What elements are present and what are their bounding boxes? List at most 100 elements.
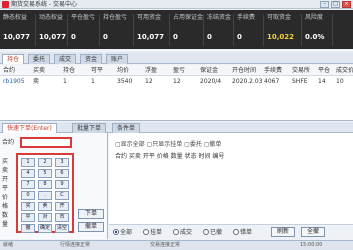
detail-columns: 合约 买卖 开平 价格 数量 状态 时间 编号	[115, 153, 225, 160]
keypad-key[interactable]: C	[55, 191, 69, 200]
keypad-key[interactable]: 8	[38, 180, 52, 189]
filter-radio[interactable]: 已撤	[203, 228, 222, 237]
keypad-key[interactable]: 撤	[21, 224, 35, 233]
radio-icon	[173, 229, 179, 235]
table-cell: SHFE	[292, 78, 308, 85]
keypad-key[interactable]: 3	[55, 158, 69, 167]
column-header[interactable]: 可平	[91, 65, 103, 76]
column-header[interactable]: 手续费	[264, 65, 282, 76]
top-tabs: 持仓 委托 成交 资金 账户	[0, 52, 353, 64]
account-cell: 占用保证金 0	[170, 14, 204, 46]
keypad-key[interactable]: 买	[21, 202, 35, 211]
filter-options[interactable]: ▢显示全部 ▢只显示挂单 ▢委托 ▢撤单	[115, 139, 221, 148]
positions-table: 合约 买卖 持仓 可平 均价 浮盈 盈亏 保证金 开仓时间 手续费 交易所 平仓 成交价 rb1905 卖…	[0, 65, 353, 121]
lower-tab-2[interactable]: 条件单	[112, 123, 141, 133]
filter-radio[interactable]: 错单	[233, 228, 252, 237]
keypad-key[interactable]: 1	[21, 158, 35, 167]
table-row[interactable]: rb1905 卖 1 1 3540 12 12 2020/4 2020.2.03 4067 SHFE…	[0, 76, 353, 87]
column-header[interactable]: 交易所	[292, 65, 310, 76]
radio-label: 成交	[180, 229, 193, 236]
lower-tabs: 快速下单(Enter) 批量下单 条件单	[0, 122, 353, 133]
column-header[interactable]: 保证金	[200, 65, 218, 76]
column-header[interactable]: 平仓	[318, 65, 330, 76]
keypad-key[interactable]: 平	[21, 213, 35, 222]
filter-radio[interactable]: 全部	[113, 228, 132, 237]
account-cell: 平仓盈亏 0	[68, 14, 100, 46]
order-label: 买卖	[2, 158, 9, 174]
tab-2[interactable]: 成交	[54, 54, 77, 64]
keypad-key[interactable]: 2	[38, 158, 52, 167]
account-value: 0	[103, 33, 108, 41]
filter-radio[interactable]: 挂单	[143, 228, 162, 237]
place-order-button[interactable]: 下单	[78, 209, 104, 219]
column-header[interactable]: 盈亏	[173, 65, 185, 76]
order-keypad: 1 2 3 4 5 6 7 8 9 0. C 买卖开平对市撤确定 清空	[16, 153, 74, 233]
account-cell: 静态权益 10,077	[0, 14, 36, 46]
table-cell: 4067	[264, 78, 280, 85]
close-icon[interactable]: ×	[342, 1, 351, 8]
status-text: 行情连接正常	[60, 242, 91, 248]
contract-code-input[interactable]	[20, 137, 72, 148]
status-text: 15:00:00	[300, 242, 323, 248]
app-logo-icon	[2, 1, 9, 8]
cancel-all-button[interactable]: 全撤	[301, 227, 325, 237]
keypad-key[interactable]: 4	[21, 169, 35, 178]
account-label: 持仓盈亏	[103, 14, 128, 21]
order-filter-bar: 刷新 全撤 全部 挂单 成交 已撤 错单	[109, 224, 353, 239]
cancel-order-button[interactable]: 撤单	[78, 222, 104, 232]
column-header[interactable]: 买卖	[33, 65, 45, 76]
maximize-icon[interactable]: □	[331, 1, 340, 8]
account-label: 手续费	[237, 14, 256, 21]
account-label: 冻结资金	[207, 14, 232, 21]
keypad-key[interactable]: 7	[21, 180, 35, 189]
keypad-key[interactable]: 确定	[38, 224, 52, 233]
code-label: 合约	[2, 139, 15, 146]
column-header[interactable]: 合约	[3, 65, 15, 76]
lower-tab-0[interactable]: 快速下单(Enter)	[2, 123, 57, 133]
keypad-key[interactable]: 0	[21, 191, 35, 200]
account-label: 占用保证金	[173, 14, 204, 21]
keypad-key[interactable]: 6	[55, 169, 69, 178]
account-summary-bar: 静态权益 10,077 动态权益 10,077 平仓盈亏 0 持仓盈亏 0 可用资金 10,077…	[0, 10, 353, 49]
lower-tab-1[interactable]: 批量下单	[72, 123, 107, 133]
column-header[interactable]: 开仓时间	[232, 65, 256, 76]
tab-1[interactable]: 委托	[28, 54, 51, 64]
keypad-key[interactable]: 开	[55, 202, 69, 211]
table-cell: 3540	[117, 78, 133, 85]
keypad-key[interactable]: 对	[38, 213, 52, 222]
minimize-icon[interactable]: –	[320, 1, 329, 8]
keypad-key[interactable]: 9	[55, 180, 69, 189]
order-label: 价格	[2, 194, 9, 210]
keypad-key[interactable]: 清空	[55, 224, 69, 233]
column-header[interactable]: 成交价	[336, 65, 353, 76]
account-value: 10,077	[137, 33, 165, 41]
column-header[interactable]: 均价	[117, 65, 129, 76]
tab-3[interactable]: 资金	[80, 54, 103, 64]
keypad-key[interactable]: 卖	[38, 202, 52, 211]
account-cell: 手续费 0	[234, 14, 264, 46]
table-cell: 1	[91, 78, 95, 85]
account-cell: 持仓盈亏 0	[100, 14, 134, 46]
order-label: 开平	[2, 176, 9, 192]
order-panel: 合约 买卖 开平 价格 数量 1 2 3 4 5 6 7 8 9 0. C 买卖开平对市撤确定 清空 下单 撤…	[0, 133, 108, 239]
radio-label: 全部	[120, 229, 133, 236]
table-cell: 12	[173, 78, 181, 85]
table-cell: 1	[63, 78, 67, 85]
tab-0[interactable]: 持仓	[2, 54, 25, 64]
column-header[interactable]: 持仓	[63, 65, 75, 76]
keypad-key[interactable]: .	[38, 191, 52, 200]
column-header[interactable]: 浮盈	[145, 65, 157, 76]
radio-icon	[233, 229, 239, 235]
keypad-key[interactable]: 市	[55, 213, 69, 222]
refresh-button[interactable]: 刷新	[271, 227, 295, 237]
account-value: 0.0%	[305, 33, 325, 41]
filter-radio[interactable]: 成交	[173, 228, 192, 237]
status-bar: 就绪 行情连接正常 交易连接正常 15:00:00	[0, 240, 353, 250]
order-label: 数量	[2, 212, 9, 228]
account-label: 可取资金	[267, 14, 292, 21]
account-value: 0	[207, 33, 212, 41]
radio-label: 已撤	[210, 229, 223, 236]
keypad-key[interactable]: 5	[38, 169, 52, 178]
tab-4[interactable]: 账户	[106, 54, 129, 64]
account-label: 动态权益	[39, 14, 64, 21]
